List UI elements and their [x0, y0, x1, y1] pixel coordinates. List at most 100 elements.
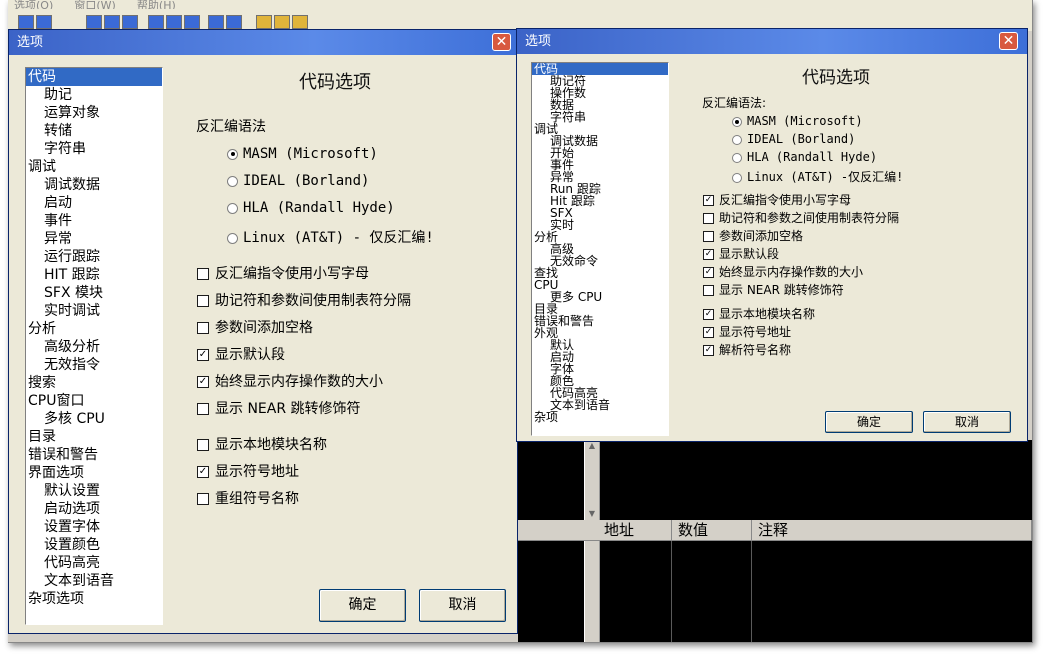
- check-lowercase[interactable]: ✓ 反汇编指令使用小写字母: [703, 191, 851, 208]
- radio-icon: [732, 152, 742, 163]
- toolbar-button-icon[interactable]: [122, 15, 138, 29]
- radio-masm[interactable]: MASM (Microsoft): [227, 146, 378, 162]
- checkbox-icon: [197, 403, 209, 415]
- toolbar-button-icon[interactable]: [86, 15, 102, 29]
- check-default-segment[interactable]: ✓ 显示默认段: [197, 344, 285, 364]
- checkbox-label: 反汇编指令使用小写字母: [719, 193, 852, 207]
- toolbar-button-icon[interactable]: [36, 15, 52, 29]
- toolbar-button-icon[interactable]: [166, 15, 182, 29]
- options-tree[interactable]: 代码 助记符 操作数 数据 字符串 调试 调试数据 开始 事件 异常 Run 跟踪 Hit 跟踪 SFX…: [531, 62, 669, 436]
- tree-item[interactable]: 无效指令: [26, 356, 162, 374]
- tree-item[interactable]: 设置字体: [26, 518, 162, 536]
- tree-item[interactable]: 设置颜色: [26, 536, 162, 554]
- options-tree[interactable]: 代码 助记 运算对象 转储 字符串 调试 调试数据 启动 事件 异常 运行跟踪 HIT 跟踪 SFX 模…: [25, 67, 163, 625]
- tree-item[interactable]: 异常: [26, 230, 162, 248]
- check-default-segment[interactable]: ✓ 显示默认段: [703, 245, 779, 262]
- tree-item[interactable]: 搜索: [26, 374, 162, 392]
- tree-item[interactable]: 转储: [26, 122, 162, 140]
- menu-help[interactable]: 帮助(H): [137, 0, 176, 9]
- cancel-button[interactable]: 取消: [419, 589, 506, 622]
- toolbar-button-icon[interactable]: [226, 15, 242, 29]
- check-arg-spaces[interactable]: 参数间添加空格: [197, 317, 313, 337]
- check-symbol-address[interactable]: ✓ 显示符号地址: [197, 461, 299, 481]
- radio-ideal[interactable]: IDEAL (Borland): [227, 173, 369, 189]
- toolbar-button-icon[interactable]: [184, 15, 200, 29]
- radio-hla[interactable]: HLA (Randall Hyde): [227, 200, 395, 216]
- tree-item[interactable]: HIT 跟踪: [26, 266, 162, 284]
- tree-item[interactable]: CPU窗口: [26, 392, 162, 410]
- check-local-module[interactable]: ✓ 显示本地模块名称: [703, 305, 815, 322]
- tree-item[interactable]: 多核 CPU: [26, 410, 162, 428]
- check-tab-separator[interactable]: 助记符和参数之间使用制表符分隔: [703, 209, 899, 226]
- tree-item[interactable]: 调试数据: [26, 176, 162, 194]
- check-near-modifier[interactable]: 显示 NEAR 跳转修饰符: [703, 281, 844, 298]
- tree-item[interactable]: SFX 模块: [26, 284, 162, 302]
- check-mem-size[interactable]: ✓ 始终显示内存操作数的大小: [197, 371, 383, 391]
- check-tab-separator[interactable]: 助记符和参数间使用制表符分隔: [197, 290, 411, 310]
- check-symbol-names[interactable]: ✓ 解析符号名称: [703, 341, 791, 358]
- check-arg-spaces[interactable]: 参数间添加空格: [703, 227, 803, 244]
- tree-item[interactable]: 文本到语音: [26, 572, 162, 590]
- tree-item[interactable]: 杂项: [532, 411, 668, 423]
- tree-item[interactable]: 代码: [26, 68, 162, 86]
- tree-item[interactable]: 事件: [26, 212, 162, 230]
- tree-item[interactable]: 运行跟踪: [26, 248, 162, 266]
- tree-item[interactable]: 启动选项: [26, 500, 162, 518]
- menu-window[interactable]: 窗口(W): [74, 0, 115, 9]
- check-mem-size[interactable]: ✓ 始终显示内存操作数的大小: [703, 263, 863, 280]
- tree-item[interactable]: 代码高亮: [26, 554, 162, 572]
- menu-options[interactable]: 选项(O): [14, 0, 53, 9]
- column-header-comment[interactable]: 注释: [752, 520, 1032, 541]
- dialog-titlebar[interactable]: 选项: [517, 29, 1027, 54]
- scroll-down-icon[interactable]: ▼: [585, 508, 599, 520]
- tree-item[interactable]: 界面选项: [26, 464, 162, 482]
- tree-item[interactable]: 默认设置: [26, 482, 162, 500]
- dialog-titlebar[interactable]: 选项: [9, 30, 517, 55]
- radio-icon: [227, 232, 238, 244]
- tree-item[interactable]: 实时调试: [26, 302, 162, 320]
- toolbar-button-icon[interactable]: [208, 15, 224, 29]
- toolbar-button-icon[interactable]: [148, 15, 164, 29]
- toolbar-button-icon[interactable]: [104, 15, 120, 29]
- toolbar-button-icon[interactable]: [18, 15, 34, 29]
- options-tree-list: 代码 助记符 操作数 数据 字符串 调试 调试数据 开始 事件 异常 Run 跟踪 Hit 跟踪 SFX…: [532, 63, 668, 423]
- check-local-module[interactable]: 显示本地模块名称: [197, 434, 327, 454]
- column-header-address[interactable]: 地址: [598, 520, 672, 541]
- tree-item[interactable]: 助记: [26, 86, 162, 104]
- radio-ideal[interactable]: IDEAL (Borland): [732, 132, 855, 146]
- radio-linux[interactable]: Linux (AT&T) -仅反汇编!: [732, 168, 903, 185]
- column-header-blank: [518, 520, 600, 541]
- tree-item[interactable]: 启动: [26, 194, 162, 212]
- radio-hla[interactable]: HLA (Randall Hyde): [732, 150, 877, 164]
- tree-item[interactable]: 字符串: [26, 140, 162, 158]
- cancel-button[interactable]: 取消: [923, 411, 1011, 433]
- check-symbol-address[interactable]: ✓ 显示符号地址: [703, 323, 791, 340]
- check-near-modifier[interactable]: 显示 NEAR 跳转修饰符: [197, 398, 361, 418]
- radio-masm[interactable]: MASM (Microsoft): [732, 114, 863, 128]
- tree-item[interactable]: 高级分析: [26, 338, 162, 356]
- check-lowercase[interactable]: 反汇编指令使用小写字母: [197, 263, 369, 283]
- checkbox-icon: ✓: [197, 376, 209, 388]
- close-icon[interactable]: ✕: [999, 32, 1018, 50]
- toolbar-button-icon[interactable]: [292, 15, 308, 29]
- tree-item[interactable]: 目录: [26, 428, 162, 446]
- tree-item[interactable]: 运算对象: [26, 104, 162, 122]
- close-icon[interactable]: ✕: [492, 33, 511, 51]
- panel-title: 代码选项: [299, 72, 371, 93]
- ok-button[interactable]: 确定: [319, 589, 406, 622]
- toolbar-button-icon[interactable]: [274, 15, 290, 29]
- toolbar-button-icon[interactable]: [256, 15, 272, 29]
- tree-item[interactable]: 错误和警告: [26, 446, 162, 464]
- checkbox-icon: [197, 493, 209, 505]
- radio-linux[interactable]: Linux (AT&T) - 仅反汇编!: [227, 227, 434, 247]
- panel-title: 代码选项: [802, 68, 870, 88]
- column-divider: [671, 541, 672, 642]
- tree-item[interactable]: 杂项选项: [26, 590, 162, 608]
- tree-item[interactable]: 分析: [26, 320, 162, 338]
- tree-item[interactable]: 调试: [26, 158, 162, 176]
- column-header-value[interactable]: 数值: [672, 520, 752, 541]
- checkbox-icon: ✓: [703, 309, 714, 320]
- vertical-scrollbar[interactable]: ▲ ▼: [584, 440, 600, 520]
- check-symbol-names[interactable]: 重组符号名称: [197, 488, 299, 508]
- ok-button[interactable]: 确定: [825, 411, 913, 433]
